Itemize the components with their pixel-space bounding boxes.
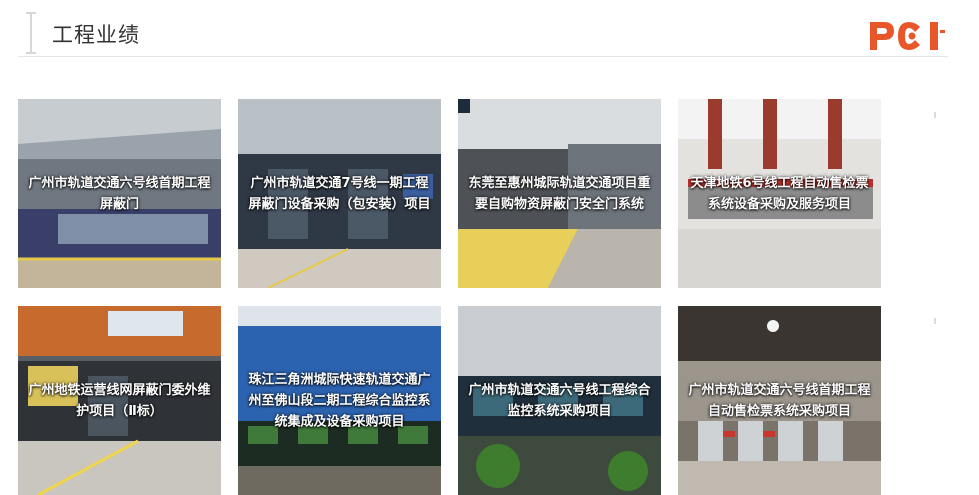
page-title: 工程业绩 — [52, 23, 140, 47]
title-bracket-icon — [26, 12, 36, 54]
project-title: 天津地铁6号线工程自动售检票系统设备采购及服务项目 — [690, 175, 869, 212]
project-title: 广州地铁运营线网屏蔽门委外维护项目（Ⅱ标） — [28, 382, 211, 419]
header-divider — [18, 56, 948, 57]
project-card[interactable]: 广州市轨道交通7号线一期工程屏蔽门设备采购（包安装）项目 — [238, 99, 441, 288]
project-title: 广州市轨道交通7号线一期工程屏蔽门设备采购（包安装）项目 — [248, 175, 431, 212]
project-card[interactable]: 广州市轨道交通六号线首期工程自动售检票系统采购项目 — [678, 306, 881, 495]
project-title: 广州市轨道交通六号线首期工程屏蔽门 — [28, 175, 211, 212]
project-title: 珠江三角洲城际快速轨道交通广州至佛山段二期工程综合监控系统集成及设备采购项目 — [248, 372, 431, 429]
section-header: 工程业绩 — [0, 0, 979, 62]
project-card[interactable]: 广州市轨道交通六号线工程综合监控系统采购项目 — [458, 306, 661, 495]
project-title: 东莞至惠州城际轨道交通项目重要自购物资屏蔽门安全门系统 — [468, 175, 651, 212]
scroll-edge-marker — [934, 318, 936, 324]
project-title: 广州市轨道交通六号线首期工程自动售检票系统采购项目 — [688, 382, 871, 419]
project-card[interactable]: 珠江三角洲城际快速轨道交通广州至佛山段二期工程综合监控系统集成及设备采购项目 — [238, 306, 441, 495]
project-card[interactable]: 天津地铁6号线工程自动售检票系统设备采购及服务项目 — [678, 99, 881, 288]
pci-logo[interactable] — [866, 16, 948, 56]
scroll-edge-marker — [934, 112, 936, 118]
project-card[interactable]: 东莞至惠州城际轨道交通项目重要自购物资屏蔽门安全门系统 — [458, 99, 661, 288]
project-card[interactable]: 广州地铁运营线网屏蔽门委外维护项目（Ⅱ标） — [18, 306, 221, 495]
project-card[interactable]: 广州市轨道交通六号线首期工程屏蔽门 — [18, 99, 221, 288]
project-title: 广州市轨道交通六号线工程综合监控系统采购项目 — [468, 382, 651, 419]
